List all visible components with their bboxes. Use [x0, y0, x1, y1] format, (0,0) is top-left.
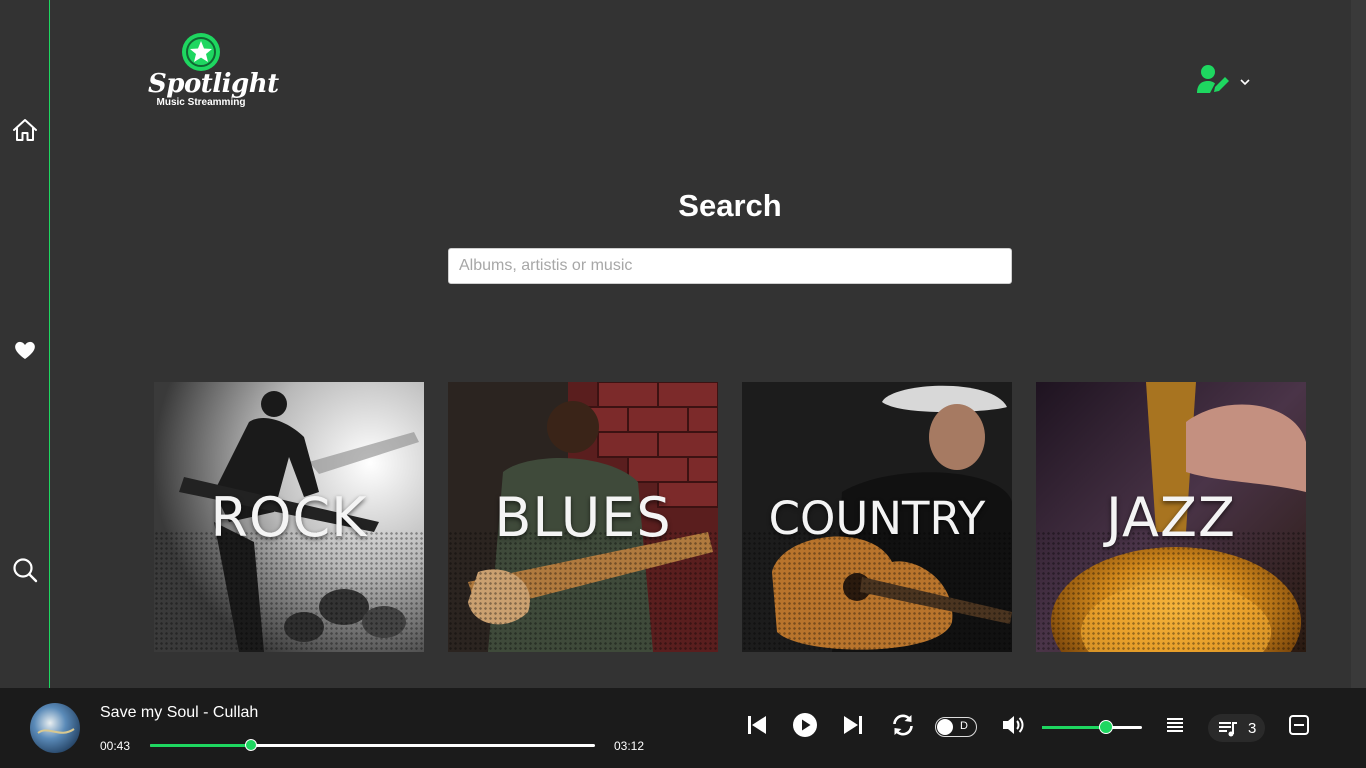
elapsed-time: 00:43 [100, 739, 131, 753]
app-logo[interactable]: Spotlight Music Streamming [148, 32, 279, 122]
queue-button[interactable]: 3 [1208, 714, 1265, 742]
genre-card-blues[interactable]: BLUES [448, 382, 718, 652]
progress-fill [150, 744, 251, 747]
page-scrollbar[interactable] [1351, 0, 1366, 688]
toggle-label: D [960, 720, 968, 732]
heart-icon[interactable] [11, 336, 39, 364]
progress-bar[interactable] [150, 739, 595, 751]
user-edit-icon [1197, 65, 1229, 93]
genre-label: ROCK [210, 486, 368, 549]
logo-star-icon [182, 33, 220, 71]
search-icon[interactable] [11, 556, 39, 584]
next-icon[interactable] [840, 712, 866, 738]
genre-label: BLUES [494, 486, 672, 549]
user-menu[interactable] [1196, 64, 1256, 96]
playlist-icon [1219, 722, 1237, 737]
sidebar [0, 0, 50, 688]
play-icon[interactable] [792, 712, 818, 738]
search-input[interactable] [448, 248, 1012, 284]
total-time: 03:12 [614, 739, 645, 753]
genre-label: COUNTRY [768, 492, 986, 545]
genre-card-jazz[interactable]: JAZZ [1036, 382, 1306, 652]
player-bar: Save my Soul - Cullah 00:43 03:12 D 3 [0, 688, 1366, 768]
track-title: Save my Soul - Cullah [100, 704, 259, 721]
volume-icon[interactable] [1000, 712, 1026, 738]
queue-count: 3 [1248, 720, 1257, 737]
volume-fill [1042, 726, 1105, 729]
logo-name: Spotlight [148, 69, 279, 99]
volume-handle[interactable] [1099, 720, 1113, 734]
list-icon[interactable] [1162, 712, 1188, 738]
genre-card-country[interactable]: COUNTRY [742, 382, 1012, 652]
album-art[interactable] [30, 703, 80, 753]
page-title: Search [678, 188, 782, 223]
chevron-down-icon [1240, 79, 1250, 86]
mode-toggle[interactable]: D [935, 717, 977, 737]
genre-card-rock[interactable]: ROCK [154, 382, 424, 652]
logo-tagline: Music Streamming [156, 97, 246, 108]
genre-label: JAZZ [1106, 486, 1236, 549]
toggle-knob [937, 719, 953, 735]
progress-handle[interactable] [245, 739, 257, 751]
minimize-player-icon[interactable] [1286, 712, 1312, 738]
repeat-icon[interactable] [890, 712, 916, 738]
previous-icon[interactable] [744, 712, 770, 738]
home-icon[interactable] [11, 116, 39, 144]
volume-slider[interactable] [1042, 720, 1142, 734]
